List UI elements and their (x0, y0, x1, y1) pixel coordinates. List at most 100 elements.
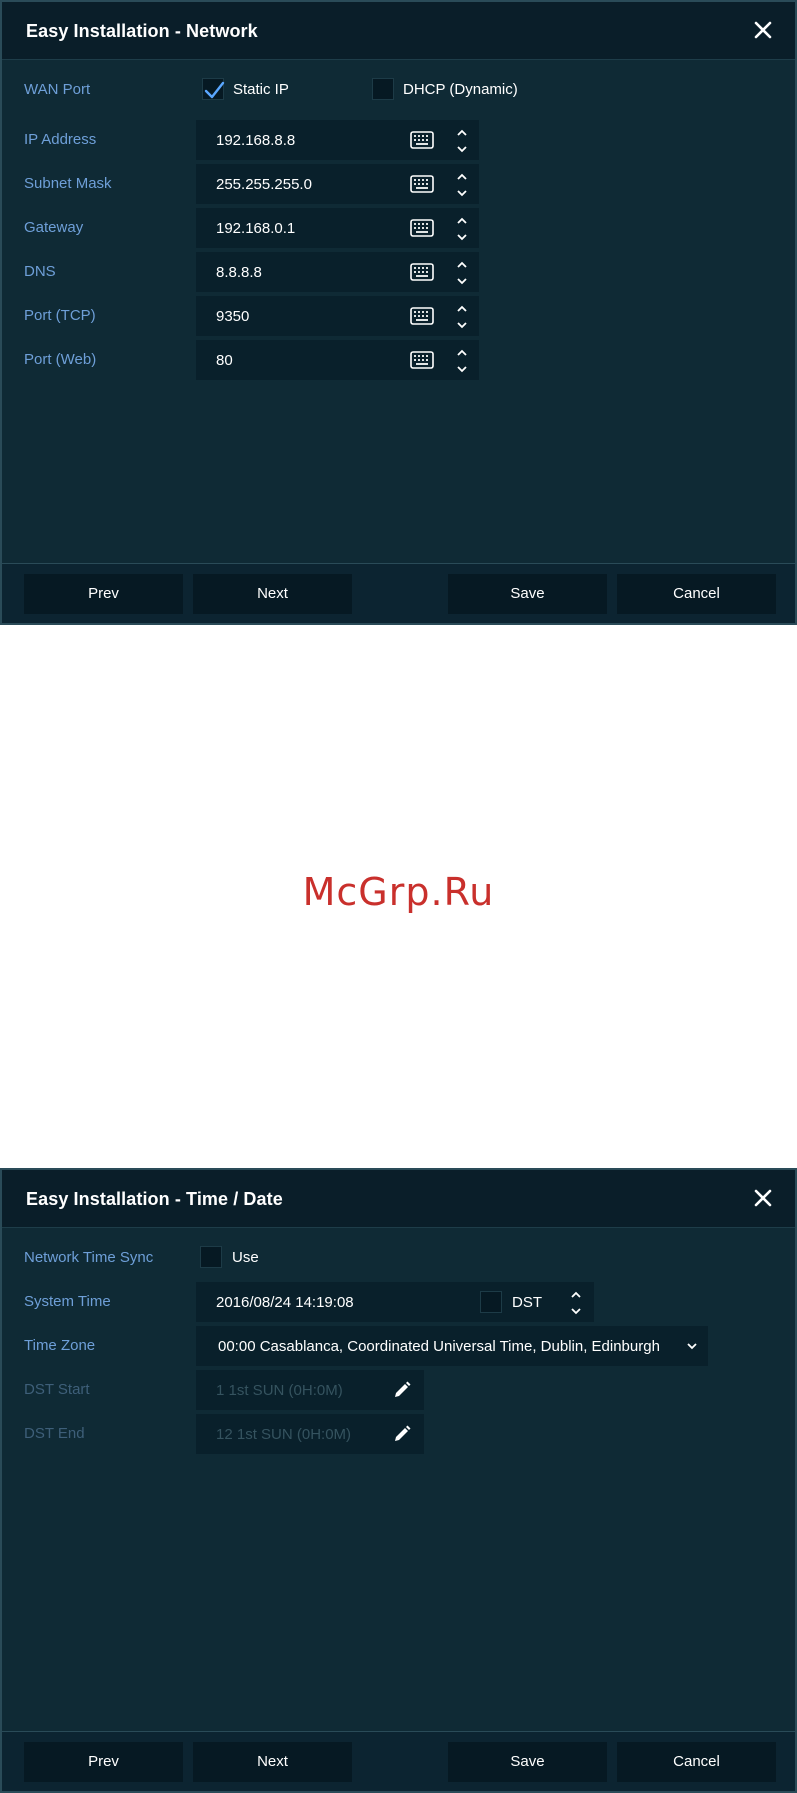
next-button[interactable]: Next (193, 1742, 352, 1782)
dns-input[interactable]: 8.8.8.8 (196, 252, 479, 292)
field-value: 8.8.8.8 (216, 264, 262, 281)
dhcp-label: DHCP (Dynamic) (403, 81, 518, 98)
dialog-title: Easy Installation - Network (26, 21, 258, 41)
time-zone-value: 00:00 Casablanca, Coordinated Universal … (218, 1338, 660, 1355)
pencil-icon[interactable] (392, 1424, 412, 1444)
next-button[interactable]: Next (193, 574, 352, 614)
dst-start-row: DST Start 1 1st SUN (0H:0M) (2, 1370, 795, 1410)
gateway-input[interactable]: 192.168.0.1 (196, 208, 479, 248)
arrow-up-icon[interactable] (456, 216, 468, 226)
port-tcp-input[interactable]: 9350 (196, 296, 479, 336)
keyboard-icon[interactable] (410, 219, 434, 237)
save-button[interactable]: Save (448, 1742, 607, 1782)
watermark: McGrp.Ru (302, 870, 495, 914)
arrow-down-icon[interactable] (456, 232, 468, 242)
arrow-up-icon[interactable] (570, 1290, 582, 1300)
arrow-down-icon[interactable] (456, 320, 468, 330)
dialog-footer: Prev Next Save Cancel (2, 563, 795, 623)
field-value: 9350 (216, 308, 250, 325)
static-ip-label: Static IP (233, 81, 289, 98)
cancel-button[interactable]: Cancel (617, 1742, 776, 1782)
system-time-value: 2016/08/24 14:19:08 (216, 1294, 354, 1311)
dhcp-checkbox[interactable] (372, 78, 394, 100)
time-zone-row: Time Zone 00:00 Casablanca, Coordinated … (2, 1326, 795, 1366)
prev-button[interactable]: Prev (24, 1742, 183, 1782)
cancel-button[interactable]: Cancel (617, 574, 776, 614)
network-dialog: Easy Installation - Network WAN Port Sta… (0, 0, 797, 625)
title-bar: Easy Installation - Time / Date (2, 1170, 795, 1228)
field-label: Gateway (24, 219, 84, 236)
prev-button[interactable]: Prev (24, 574, 183, 614)
wan-port-row: WAN Port Static IP DHCP (Dynamic) (2, 70, 795, 110)
dialog-footer: Prev Next Save Cancel (2, 1731, 795, 1791)
spinner[interactable] (566, 1284, 586, 1320)
network-time-sync-row: Network Time Sync Use (2, 1238, 795, 1278)
keyboard-icon[interactable] (410, 131, 434, 149)
dst-checkbox[interactable] (480, 1291, 502, 1313)
dst-end-label: DST End (24, 1425, 85, 1442)
arrow-up-icon[interactable] (456, 172, 468, 182)
chevron-down-icon[interactable] (686, 1341, 698, 1351)
subnet-mask-input[interactable]: 255.255.255.0 (196, 164, 479, 204)
time-zone-select[interactable]: 00:00 Casablanca, Coordinated Universal … (196, 1326, 708, 1366)
port-tcp-row: Port (TCP) 9350 (2, 296, 795, 336)
spinner[interactable] (452, 210, 472, 246)
spinner[interactable] (452, 122, 472, 158)
arrow-down-icon[interactable] (456, 144, 468, 154)
system-time-input[interactable]: 2016/08/24 14:19:08 DST (196, 1282, 594, 1322)
subnet-mask-row: Subnet Mask 255.255.255.0 (2, 164, 795, 204)
keyboard-icon[interactable] (410, 351, 434, 369)
network-time-sync-label: Network Time Sync (24, 1249, 154, 1266)
port-web-input[interactable]: 80 (196, 340, 479, 380)
spinner[interactable] (452, 254, 472, 290)
keyboard-icon[interactable] (410, 175, 434, 193)
arrow-up-icon[interactable] (456, 348, 468, 358)
close-icon[interactable] (749, 1184, 777, 1212)
dst-end-row: DST End 12 1st SUN (0H:0M) (2, 1414, 795, 1454)
pencil-icon[interactable] (392, 1380, 412, 1400)
arrow-down-icon[interactable] (456, 276, 468, 286)
wan-port-label: WAN Port (24, 81, 91, 98)
static-ip-checkbox[interactable] (202, 78, 225, 100)
field-value: 192.168.8.8 (216, 132, 296, 149)
field-label: Port (TCP) (24, 307, 96, 324)
keyboard-icon[interactable] (410, 307, 434, 325)
gateway-row: Gateway 192.168.0.1 (2, 208, 795, 248)
save-button[interactable]: Save (448, 574, 607, 614)
ip-address-input[interactable]: 192.168.8.8 (196, 120, 479, 160)
field-label: IP Address (24, 131, 97, 148)
field-value: 255.255.255.0 (216, 176, 312, 193)
dst-start-label: DST Start (24, 1381, 90, 1398)
field-label: Port (Web) (24, 351, 97, 368)
field-value: 80 (216, 352, 233, 369)
arrow-up-icon[interactable] (456, 304, 468, 314)
dialog-title: Easy Installation - Time / Date (26, 1189, 283, 1209)
arrow-down-icon[interactable] (570, 1306, 582, 1316)
dst-label: DST (512, 1294, 542, 1311)
ip-address-row: IP Address 192.168.8.8 (2, 120, 795, 160)
system-time-label: System Time (24, 1293, 111, 1310)
time-zone-label: Time Zone (24, 1337, 96, 1354)
dst-start-value: 1 1st SUN (0H:0M) (216, 1382, 343, 1399)
arrow-up-icon[interactable] (456, 260, 468, 270)
time-date-dialog: Easy Installation - Time / Date Network … (0, 1168, 797, 1793)
keyboard-icon[interactable] (410, 263, 434, 281)
use-checkbox[interactable] (200, 1246, 222, 1268)
checkmark-icon (204, 81, 225, 99)
spinner[interactable] (452, 342, 472, 378)
arrow-up-icon[interactable] (456, 128, 468, 138)
port-web-row: Port (Web) 80 (2, 340, 795, 380)
spinner[interactable] (452, 166, 472, 202)
use-label: Use (232, 1249, 259, 1266)
dst-end-value: 12 1st SUN (0H:0M) (216, 1426, 352, 1443)
close-icon[interactable] (749, 16, 777, 44)
spinner[interactable] (452, 298, 472, 334)
title-bar: Easy Installation - Network (2, 2, 795, 60)
arrow-down-icon[interactable] (456, 188, 468, 198)
dst-end-input[interactable]: 12 1st SUN (0H:0M) (196, 1414, 424, 1454)
system-time-row: System Time 2016/08/24 14:19:08 DST (2, 1282, 795, 1322)
field-label: DNS (24, 263, 56, 280)
dns-row: DNS 8.8.8.8 (2, 252, 795, 292)
dst-start-input[interactable]: 1 1st SUN (0H:0M) (196, 1370, 424, 1410)
arrow-down-icon[interactable] (456, 364, 468, 374)
